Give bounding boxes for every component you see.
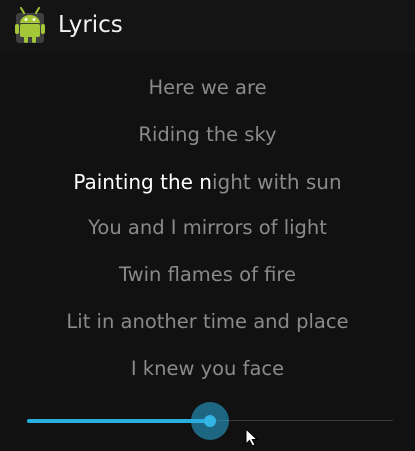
lyric-line: Lit in another time and place bbox=[66, 309, 349, 333]
lyrics-list: Here we are Riding the sky Painting the … bbox=[0, 70, 415, 398]
android-robot-icon[interactable] bbox=[12, 7, 48, 45]
mouse-pointer-icon bbox=[245, 427, 261, 447]
lyric-line: Twin flames of fire bbox=[118, 263, 297, 287]
lyric-unsung-part: ight with sun bbox=[211, 169, 342, 194]
lyric-line: You and I mirrors of light bbox=[88, 216, 327, 240]
seekbar[interactable] bbox=[27, 402, 393, 440]
app-title: Lyrics bbox=[58, 12, 123, 38]
current-lyric-line: Painting the night with sun bbox=[0, 164, 415, 211]
lyric-line: Riding the sky bbox=[138, 122, 277, 146]
lyric-sung-part: Painting the n bbox=[73, 169, 212, 194]
lyric-line: I knew you face bbox=[130, 356, 285, 380]
lyric-line: Here we are bbox=[148, 76, 267, 99]
action-bar: Lyrics bbox=[0, 0, 415, 52]
seekbar-thumb-center[interactable] bbox=[204, 415, 216, 427]
seekbar-progress bbox=[27, 419, 210, 423]
